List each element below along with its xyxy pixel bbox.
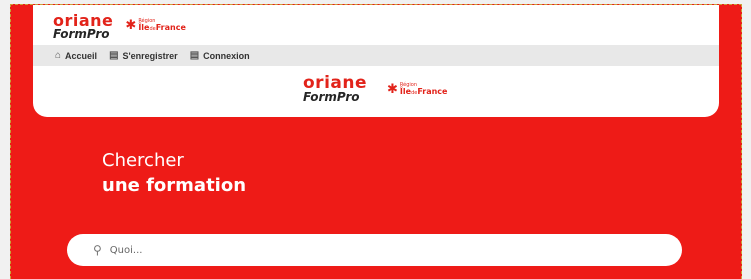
region-name-part3: France: [155, 23, 186, 32]
search-bar[interactable]: ⚲: [67, 234, 682, 266]
search-icon: ⚲: [93, 243, 102, 257]
region-iledefrance-logo-center[interactable]: ✱ Région ÎledeFrance: [387, 82, 448, 97]
region-name-part1: Île: [138, 23, 150, 32]
nav-item-label: Accueil: [65, 50, 98, 61]
region-name: ÎledeFrance: [138, 24, 186, 32]
region-name-part1: Île: [399, 87, 412, 96]
home-icon: ⌂: [55, 50, 62, 61]
header-card: oriane FormPro ✱ Région ÎledeFrance ⌂ Ac…: [33, 5, 719, 117]
hero-line2: une formation: [102, 174, 247, 196]
nav-item-accueil[interactable]: ⌂ Accueil: [55, 50, 97, 61]
region-text: Région ÎledeFrance: [400, 83, 448, 96]
logo-subname: FormPro: [303, 90, 360, 104]
region-star-icon: ✱: [125, 18, 137, 33]
header-logos: oriane FormPro ✱ Région ÎledeFrance: [53, 13, 186, 41]
region-name-part3: France: [417, 87, 448, 96]
top-nav: ⌂ Accueil ▤ S'enregistrer ▤ Connexion: [33, 45, 719, 66]
oriane-formpro-logo[interactable]: oriane FormPro: [53, 13, 113, 41]
clipboard-icon: ▤: [189, 50, 200, 61]
nav-item-enregistrer[interactable]: ▤ S'enregistrer: [109, 50, 178, 61]
region-star-icon: ✱: [387, 82, 398, 97]
oriane-formpro-logo-center[interactable]: oriane FormPro: [303, 75, 367, 104]
nav-item-label: Connexion: [203, 50, 250, 61]
hero-heading: Chercher une formation: [102, 150, 246, 199]
search-input[interactable]: [107, 243, 612, 257]
clipboard-icon: ▤: [109, 50, 119, 61]
region-text: Région ÎledeFrance: [138, 19, 186, 32]
nav-item-connexion[interactable]: ▤ Connexion: [190, 50, 250, 61]
region-name: ÎledeFrance: [400, 88, 448, 96]
region-iledefrance-logo[interactable]: ✱ Région ÎledeFrance: [125, 18, 186, 33]
center-logos: oriane FormPro ✱ Région ÎledeFrance: [303, 75, 448, 104]
page-frame: oriane FormPro ✱ Région ÎledeFrance ⌂ Ac…: [10, 4, 742, 279]
logo-subname: FormPro: [53, 27, 110, 41]
nav-item-label: S'enregistrer: [122, 50, 178, 61]
hero-line1: Chercher: [102, 150, 184, 171]
